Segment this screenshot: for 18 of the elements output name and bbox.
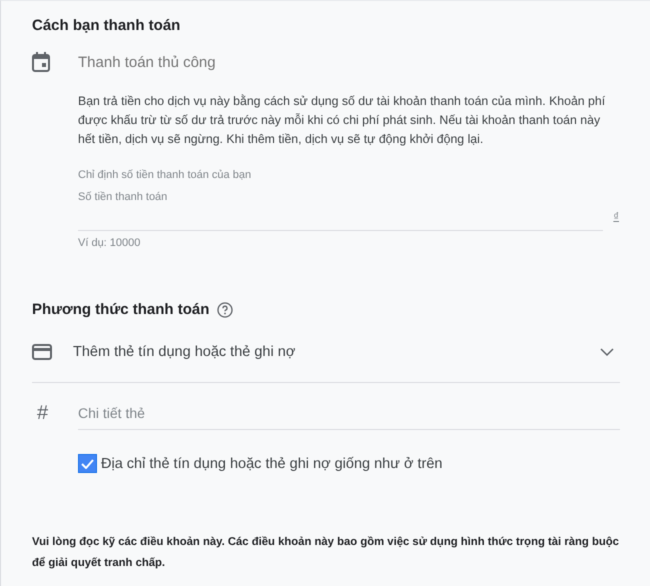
calendar-icon	[32, 52, 50, 72]
help-icon[interactable]	[217, 302, 234, 318]
section-title: Phương thức thanh toán	[32, 301, 210, 318]
payment-option: Thanh toán thủ công	[78, 54, 216, 70]
chevron-icon	[600, 348, 614, 356]
hash-icon: #	[37, 402, 48, 425]
currency-symbol: ₫	[613, 211, 619, 223]
check-icon	[81, 458, 94, 468]
field-label: Số tiền thanh toán	[78, 191, 168, 203]
section-title: Cách bạn thanh toán	[32, 17, 182, 34]
amount-prompt: Chỉ định số tiền thanh toán của bạn	[78, 169, 252, 181]
credit-card-icon	[32, 344, 52, 360]
terms-text: Vui lòng đọc kỹ các điều khoản này. Các điều khoản này bao gồm việc sử dụng hình thức trọng tài ràng buộc để giải quyết tranh chấp.	[32, 535, 620, 571]
card-details-field[interactable]: Chi tiết thẻ	[78, 397, 620, 430]
same-address-checkbox[interactable]: Địa chỉ thẻ tín dụng hoặc thẻ ghi nợ giống như ở trên	[78, 454, 620, 473]
card-select[interactable]: Thêm thẻ tín dụng hoặc thẻ ghi nợ	[32, 322, 620, 383]
field-hint: Ví dụ: 10000	[78, 237, 142, 249]
description-text: Bạn trả tiền cho dịch vụ này bằng cách sử dụng số dư tài khoản thanh toán của mình. Khoản phí được khấu trừ từ số dư trả trước này mỗi khi có chi phí phát sinh. Nếu tài khoản thanh toán này hết tiền, dịch vụ sẽ ngừng. Khi thêm tiền, dịch vụ sẽ tự động khởi động lại.	[78, 93, 606, 148]
